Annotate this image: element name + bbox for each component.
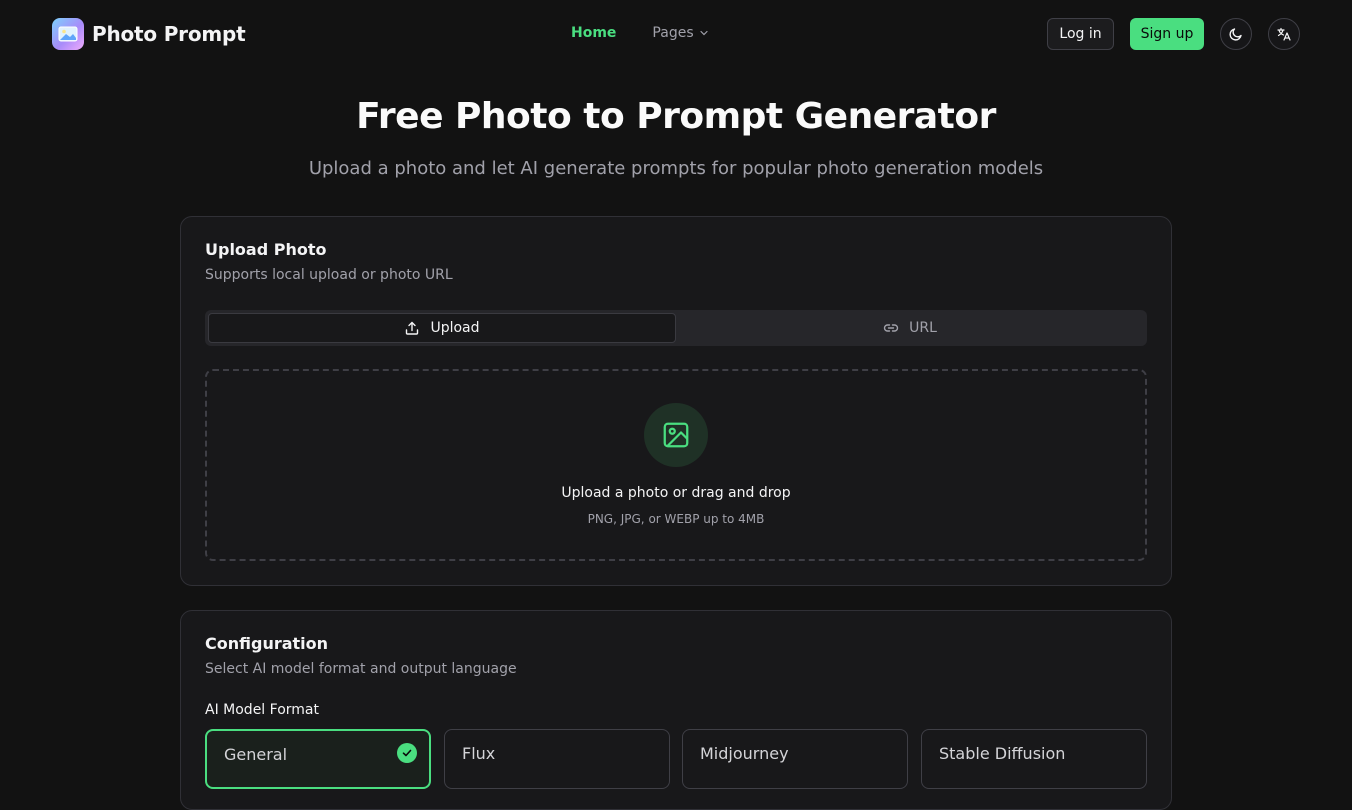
chevron-down-icon [700,30,708,36]
tab-upload[interactable]: Upload [208,313,676,343]
model-option-flux[interactable]: Flux [444,729,670,789]
moon-icon [1229,28,1242,41]
login-button[interactable]: Log in [1047,18,1114,50]
page-subtitle: Upload a photo and let AI generate promp… [308,158,1044,179]
model-format-label: AI Model Format [205,702,319,718]
model-option-label: Midjourney [700,744,789,763]
dropzone-title: Upload a photo or drag and drop [561,485,791,501]
main-nav: Home Pages [571,25,709,41]
photo-dropzone[interactable]: Upload a photo or drag and drop PNG, JPG… [205,369,1147,561]
translate-icon [1277,27,1291,41]
upload-mode-tabs: Upload URL [205,310,1147,346]
link-icon [883,324,899,332]
model-option-midjourney[interactable]: Midjourney [682,729,908,789]
model-option-label: General [224,745,288,764]
upload-photo-card: Upload Photo Supports local upload or ph… [180,216,1172,586]
tab-url-label: URL [909,320,937,336]
signup-button[interactable]: Sign up [1130,18,1204,50]
configuration-card: Configuration Select AI model format and… [180,610,1172,810]
top-navbar: Photo Prompt Home Pages Log in Sign up [0,0,1352,68]
config-card-description: Select AI model format and output langua… [205,661,517,677]
tab-url[interactable]: URL [676,313,1144,343]
config-card-title: Configuration [205,634,329,653]
model-option-label: Flux [462,744,496,763]
nav-home-link[interactable]: Home [571,25,616,41]
page-title: Free Photo to Prompt Generator [356,96,996,137]
check-icon [397,743,417,763]
upload-card-description: Supports local upload or photo URL [205,267,453,283]
brand-logo-icon [52,18,84,50]
language-button[interactable] [1268,18,1300,50]
dropzone-hint: PNG, JPG, or WEBP up to 4MB [587,512,765,526]
model-option-label: Stable Diffusion [939,744,1066,763]
brand-name: Photo Prompt [92,22,246,46]
dropzone-icon-wrapper [644,403,708,467]
image-icon [663,422,689,448]
upload-card-title: Upload Photo [205,240,327,259]
tab-upload-label: Upload [430,320,480,336]
brand-link[interactable]: Photo Prompt [52,18,246,50]
nav-pages-label: Pages [652,25,694,41]
model-option-general[interactable]: General [205,729,431,789]
theme-toggle-button[interactable] [1220,18,1252,50]
upload-icon [406,321,419,335]
nav-pages-dropdown[interactable]: Pages [652,25,708,41]
model-option-stable-diffusion[interactable]: Stable Diffusion [921,729,1147,789]
